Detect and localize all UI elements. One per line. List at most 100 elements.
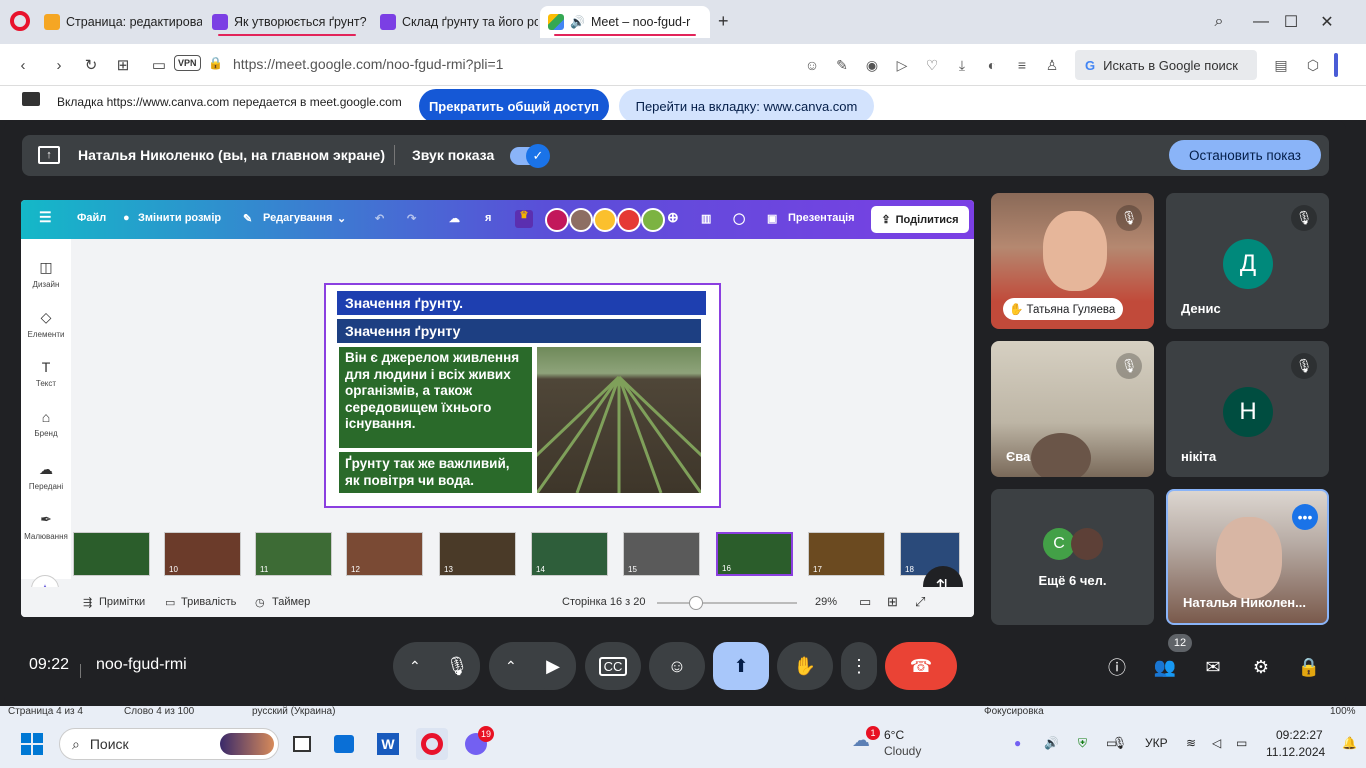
- user-initial[interactable]: я: [485, 212, 491, 224]
- microphone-tray-icon[interactable]: 🎙: [1112, 736, 1127, 750]
- heart-icon[interactable]: ♡: [922, 55, 942, 75]
- viber-tray-icon[interactable]: ●: [1014, 736, 1021, 750]
- speaker-tray-icon[interactable]: ◁: [1212, 736, 1221, 750]
- activities-icon[interactable]: ⚙: [1246, 652, 1276, 682]
- browser-tab[interactable]: Як утворюється ґрунт? –: [204, 6, 370, 38]
- microphone-button[interactable]: 🎙: [434, 642, 480, 690]
- menu-resize[interactable]: Змінити розмір: [138, 212, 221, 224]
- battery-saver-icon[interactable]: ◐: [982, 55, 1002, 75]
- battery-icon[interactable]: ▭: [1236, 736, 1247, 750]
- sidebar-item-brand[interactable]: ⌂ Бренд: [21, 409, 71, 438]
- back-icon[interactable]: ‹: [10, 52, 36, 78]
- microsoft-store-icon[interactable]: [328, 728, 360, 760]
- slide-thumbnail[interactable]: 10: [164, 532, 241, 576]
- weather-temp[interactable]: 6°C: [884, 728, 904, 742]
- clock-time[interactable]: 09:22:27: [1276, 728, 1323, 742]
- camera-button[interactable]: ▶: [530, 642, 576, 690]
- present-now-button[interactable]: ⬆: [713, 642, 769, 690]
- chevron-down-icon[interactable]: ⌄: [337, 212, 346, 225]
- menu-icon[interactable]: ☰: [39, 209, 52, 226]
- menu-file[interactable]: Файл: [77, 212, 106, 224]
- zoom-slider-handle[interactable]: [689, 596, 703, 610]
- captions-button[interactable]: CC: [585, 642, 641, 690]
- crown-icon[interactable]: ♛: [515, 210, 533, 228]
- wifi-icon[interactable]: ≋: [1186, 736, 1196, 750]
- language-indicator[interactable]: УКР: [1145, 736, 1168, 750]
- undo-icon[interactable]: ↶: [375, 212, 384, 225]
- volume-icon[interactable]: 🔊: [1044, 736, 1059, 750]
- sidebar-item-design[interactable]: ◫ Дизайн: [21, 259, 71, 289]
- go-to-tab-button[interactable]: Перейти на вкладку: www.canva.com: [619, 89, 874, 123]
- minimize-icon[interactable]: —: [1246, 8, 1276, 36]
- avatar[interactable]: [545, 208, 569, 232]
- snapshot-icon[interactable]: ◉: [862, 55, 882, 75]
- maximize-icon[interactable]: ☐: [1276, 8, 1306, 36]
- reload-icon[interactable]: ↻: [78, 52, 104, 78]
- notes-button[interactable]: Примітки: [99, 596, 145, 608]
- profile-icon[interactable]: ♙: [1042, 55, 1062, 75]
- timer-button[interactable]: Таймер: [272, 596, 310, 608]
- self-tile[interactable]: ••• Наталья Николен...: [1166, 489, 1329, 625]
- participant-tile[interactable]: 🎙 Д Денис: [1166, 193, 1329, 329]
- slide-thumbnail[interactable]: 17: [808, 532, 885, 576]
- extensions-icon[interactable]: ⬡: [1303, 55, 1323, 75]
- cloud-save-icon[interactable]: ☁: [449, 212, 460, 225]
- vpn-badge[interactable]: VPN: [174, 55, 201, 71]
- add-people-icon[interactable]: ⊕: [667, 209, 679, 226]
- opera-logo-icon[interactable]: [10, 11, 30, 31]
- slide-thumbnail[interactable]: 13: [439, 532, 516, 576]
- avatar[interactable]: [641, 208, 665, 232]
- sidebar-toggle[interactable]: [1334, 53, 1338, 77]
- stop-presenting-button[interactable]: Остановить показ: [1169, 140, 1321, 170]
- meeting-details-icon[interactable]: ⓘ: [1102, 652, 1132, 682]
- google-search-box[interactable]: G Искать в Google поиск: [1075, 50, 1257, 80]
- slide-thumbnail-selected[interactable]: 16: [716, 532, 793, 576]
- word-icon[interactable]: W: [372, 728, 404, 760]
- people-icon[interactable]: 👥: [1150, 652, 1180, 682]
- menu-edit[interactable]: Редагування: [263, 212, 332, 224]
- slide-canvas[interactable]: Значення ґрунту. Значення ґрунту Він є д…: [324, 283, 721, 508]
- participant-tile[interactable]: 🎙 ✋ Татьяна Гуляева: [991, 193, 1154, 329]
- duration-button[interactable]: Тривалість: [181, 596, 236, 608]
- task-view-icon[interactable]: [286, 728, 318, 760]
- fullscreen-icon[interactable]: ⤢: [915, 594, 925, 610]
- sidebar-item-uploads[interactable]: ☁ Передані: [21, 461, 71, 491]
- participant-tile[interactable]: 🎙 Н нікіта: [1166, 341, 1329, 477]
- reactions-button[interactable]: ☺: [649, 642, 705, 690]
- avatar[interactable]: [593, 208, 617, 232]
- more-participants-tile[interactable]: C Ещё 6 чел.: [991, 489, 1154, 625]
- easy-setup-icon[interactable]: ≡: [1012, 55, 1032, 75]
- slide-thumbnail[interactable]: 14: [531, 532, 608, 576]
- taskbar-search[interactable]: ⌕ Поиск: [59, 728, 279, 760]
- host-controls-icon[interactable]: 🔒: [1294, 652, 1324, 682]
- avatar[interactable]: [617, 208, 641, 232]
- slide-thumbnail[interactable]: [73, 532, 150, 576]
- opera-icon[interactable]: [416, 728, 448, 760]
- chat-icon[interactable]: ✉: [1198, 652, 1228, 682]
- search-tabs-icon[interactable]: ⌕: [1204, 8, 1234, 36]
- participant-tile[interactable]: 🎙 Єва: [991, 341, 1154, 477]
- leave-call-button[interactable]: ☎: [885, 642, 957, 690]
- zoom-slider-track[interactable]: [657, 602, 797, 604]
- lock-icon[interactable]: 🔒: [208, 56, 223, 70]
- raise-hand-button[interactable]: ✋: [777, 642, 833, 690]
- windows-start-icon[interactable]: [16, 728, 48, 760]
- notifications-icon[interactable]: 🔔: [1342, 736, 1357, 750]
- emoji-icon[interactable]: ☺: [802, 55, 822, 75]
- sidebar-item-text[interactable]: T Текст: [21, 359, 71, 388]
- close-window-icon[interactable]: ✕: [1312, 8, 1342, 36]
- camera-icon[interactable]: ▭: [146, 52, 172, 78]
- new-tab-plus-icon[interactable]: +: [718, 11, 729, 32]
- analytics-icon[interactable]: ▥: [701, 212, 711, 225]
- pages-view-icon[interactable]: ▭: [859, 594, 871, 610]
- slide-thumbnail[interactable]: 15: [623, 532, 700, 576]
- workspace-icon[interactable]: ▤: [1271, 55, 1291, 75]
- presentation-button[interactable]: Презентація: [788, 212, 855, 224]
- defender-icon[interactable]: ⛨: [1078, 736, 1087, 751]
- grid-view-icon[interactable]: ⊞: [887, 594, 898, 610]
- share-audio-toggle[interactable]: ✓: [510, 144, 550, 168]
- url-field[interactable]: https://meet.google.com/noo-fgud-rmi?pli…: [233, 56, 503, 72]
- browser-tab[interactable]: Склад ґрунту та його род: [372, 6, 538, 38]
- browser-tab[interactable]: Страница: редактирован: [36, 6, 202, 38]
- more-options-icon[interactable]: •••: [1292, 504, 1318, 530]
